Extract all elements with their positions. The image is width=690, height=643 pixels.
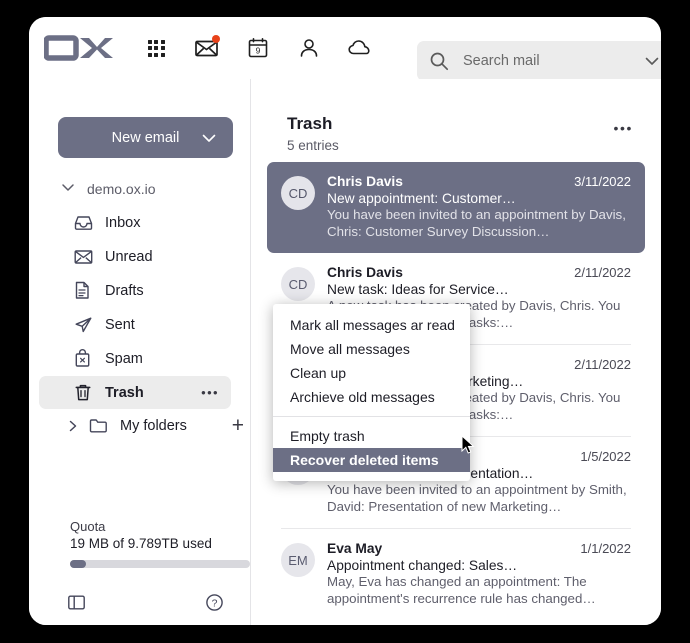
mail-sender: Eva May: [327, 541, 383, 556]
table-row[interactable]: CD Chris Davis 3/11/2022 New appointment…: [267, 162, 645, 253]
menu-item-archive-old-messages[interactable]: Archieve old messages: [273, 385, 470, 409]
table-row[interactable]: EM Eva May 1/1/2022 Appointment changed:…: [267, 529, 645, 620]
svg-text:9: 9: [256, 46, 261, 56]
sidebar-item-label: Trash: [105, 384, 144, 401]
sidebar: New email demo.ox.io Inbox Unread Drafts…: [29, 79, 250, 625]
mail-subject: Appointment changed: Sales…: [327, 558, 518, 573]
sidebar-item-spam[interactable]: Spam: [39, 342, 231, 375]
list-more-options-button[interactable]: •••: [613, 121, 633, 135]
application-window: 9 Search mail New email demo.ox.io Inbox…: [29, 17, 661, 625]
mail-sender: Chris Davis: [327, 265, 403, 280]
entry-count: 5 entries: [287, 138, 339, 153]
quota-progress-fill: [70, 560, 86, 568]
paper-plane-icon: [74, 316, 93, 334]
folder-more-options-button[interactable]: •••: [201, 386, 219, 399]
sidebar-item-label: My folders: [120, 417, 187, 434]
sidebar-item-unread[interactable]: Unread: [39, 240, 231, 273]
folder-icon: [89, 417, 108, 434]
quota-title: Quota: [70, 519, 106, 534]
sidebar-item-label: Drafts: [105, 282, 144, 299]
account-name-label: demo.ox.io: [87, 181, 156, 197]
add-folder-button[interactable]: +: [232, 415, 244, 436]
chevron-down-icon[interactable]: [61, 180, 75, 198]
avatar: CD: [281, 267, 315, 301]
mail-sender: Chris Davis: [327, 174, 403, 189]
top-header-bar: 9 Search mail: [29, 17, 661, 81]
list-header: Trash 5 entries: [287, 114, 339, 153]
mail-date: 1/1/2022: [580, 541, 631, 556]
new-email-label: New email: [111, 129, 180, 146]
quota-value: 19 MB of 9.789TB used: [70, 536, 212, 551]
menu-item-clean-up[interactable]: Clean up: [273, 361, 470, 385]
mail-preview: You have been invited to an appointment …: [327, 482, 627, 514]
inbox-icon: [74, 214, 93, 232]
app-switcher-icons: 9: [143, 35, 373, 61]
sidebar-item-sent[interactable]: Sent: [39, 308, 231, 341]
calendar-icon[interactable]: 9: [245, 35, 271, 61]
menu-item-move-all-messages[interactable]: Move all messages: [273, 337, 470, 361]
avatar: CD: [281, 176, 315, 210]
unread-badge-dot: [212, 35, 220, 43]
sidebar-item-label: Unread: [105, 248, 153, 265]
sidebar-item-label: Spam: [105, 350, 143, 367]
new-email-button[interactable]: New email: [58, 117, 233, 158]
sidebar-item-trash[interactable]: Trash •••: [39, 376, 231, 409]
chevron-down-icon[interactable]: [644, 54, 660, 73]
quota-section: Quota 19 MB of 9.789TB used: [70, 519, 250, 568]
sidebar-item-drafts[interactable]: Drafts: [39, 274, 231, 307]
chevron-right-icon[interactable]: [67, 419, 79, 433]
mail-preview: May, Eva has changed an appointment: The…: [327, 574, 596, 606]
menu-item-mark-all-read[interactable]: Mark all messages ar read: [273, 313, 470, 337]
chevron-down-icon[interactable]: [201, 131, 217, 150]
drive-cloud-icon[interactable]: [347, 35, 373, 61]
search-icon: [429, 51, 449, 71]
envelope-icon: [74, 249, 93, 265]
trash-icon: [74, 383, 92, 402]
svg-text:?: ?: [212, 597, 218, 609]
apps-grid-icon[interactable]: [143, 35, 169, 61]
help-icon[interactable]: ?: [205, 593, 224, 612]
document-icon: [74, 281, 91, 300]
mail-subject: New task: Ideas for Service…: [327, 282, 509, 297]
sidebar-toggle-icon[interactable]: [67, 593, 86, 612]
sidebar-item-inbox[interactable]: Inbox: [39, 206, 231, 239]
avatar: EM: [281, 543, 315, 577]
menu-item-empty-trash[interactable]: Empty trash: [273, 424, 470, 448]
mail-preview: You have been invited to an appointment …: [327, 207, 626, 239]
sidebar-item-my-folders[interactable]: My folders +: [39, 409, 244, 442]
quota-progress-bar[interactable]: [70, 560, 250, 568]
search-input[interactable]: Search mail: [417, 41, 661, 81]
mail-date: 2/11/2022: [574, 357, 631, 372]
menu-item-recover-deleted-items[interactable]: Recover deleted items: [273, 448, 470, 472]
mail-date: 3/11/2022: [574, 174, 631, 189]
folder-context-menu: Mark all messages ar read Move all messa…: [273, 304, 470, 481]
sidebar-item-label: Sent: [105, 316, 135, 333]
contacts-icon[interactable]: [296, 35, 322, 61]
mail-icon[interactable]: [194, 35, 220, 61]
search-placeholder-text: Search mail: [463, 53, 540, 69]
menu-bottom-padding: [273, 472, 470, 481]
spam-bag-icon: [74, 349, 91, 368]
menu-separator: [273, 416, 470, 417]
mail-subject: New appointment: Customer…: [327, 191, 516, 206]
mail-date: 1/5/2022: [580, 449, 631, 464]
mail-date: 2/11/2022: [574, 265, 631, 280]
sidebar-item-label: Inbox: [105, 214, 141, 231]
ox-logo[interactable]: [37, 34, 121, 62]
page-title: Trash: [287, 114, 333, 133]
account-node-demo-ox-io[interactable]: demo.ox.io: [61, 180, 155, 198]
